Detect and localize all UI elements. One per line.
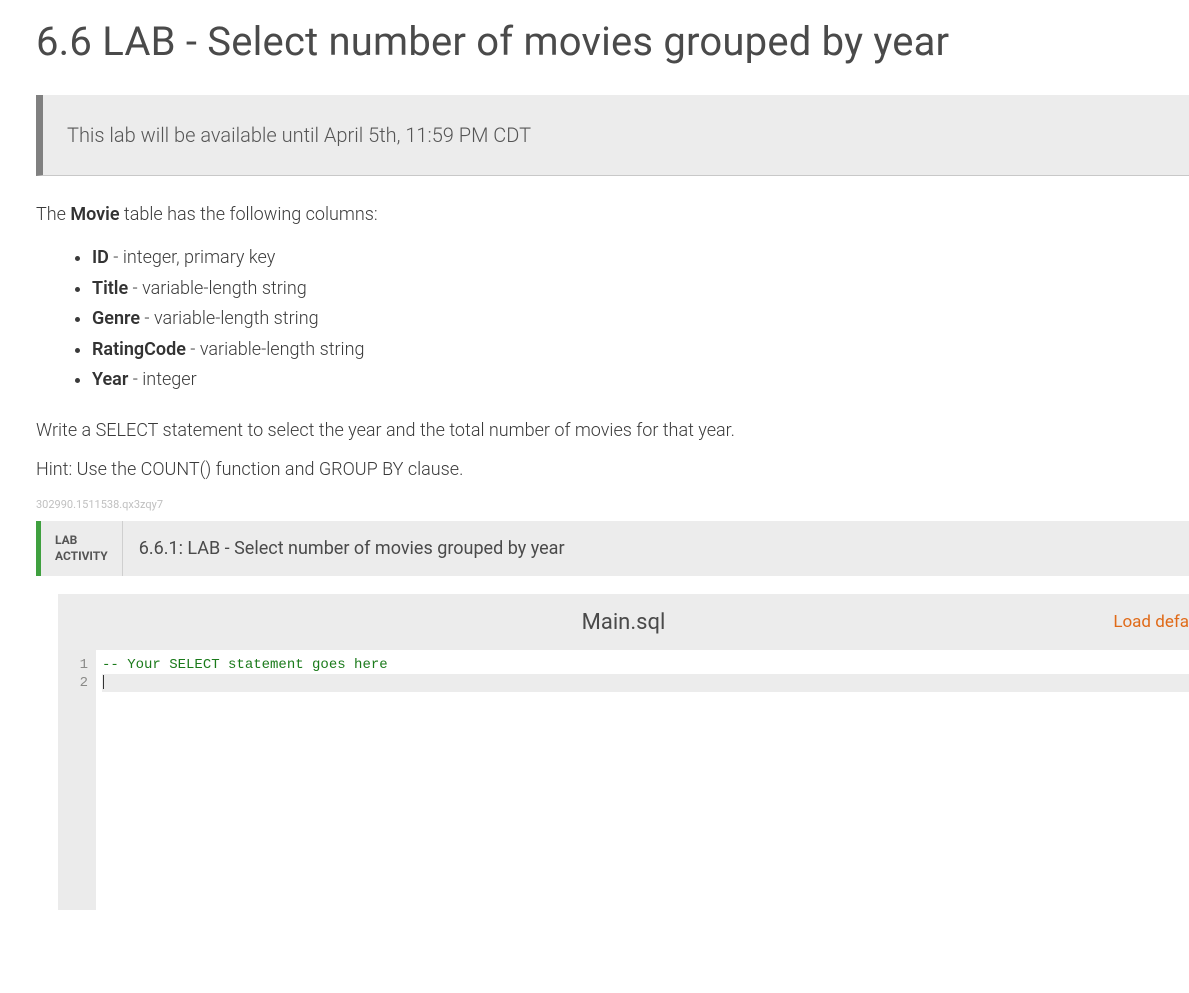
task-text: Write a SELECT statement to select the y…	[36, 420, 1189, 441]
list-item: ID - integer, primary key	[92, 243, 1189, 274]
line-number: 1	[58, 656, 88, 674]
col-desc: - integer, primary key	[109, 247, 275, 268]
line-number: 2	[58, 674, 88, 692]
code-line[interactable]: -- Your SELECT statement goes here	[102, 656, 1189, 674]
code-editor[interactable]: 1 2 -- Your SELECT statement goes here	[58, 650, 1189, 910]
col-name: Genre	[92, 308, 140, 329]
list-item: Year - integer	[92, 365, 1189, 396]
activity-label-line2: ACTIVITY	[55, 549, 108, 563]
columns-list: ID - integer, primary key Title - variab…	[36, 243, 1189, 396]
line-gutter: 1 2	[58, 650, 96, 910]
activity-label: LAB ACTIVITY	[41, 521, 123, 576]
col-name: RatingCode	[92, 339, 186, 360]
list-item: RatingCode - variable-length string	[92, 335, 1189, 366]
editor-tabbar: Main.sql Load defa	[58, 594, 1189, 650]
code-comment: -- Your SELECT statement goes here	[102, 657, 388, 673]
list-item: Title - variable-length string	[92, 274, 1189, 305]
intro-text: The Movie table has the following column…	[36, 204, 1189, 225]
cursor-icon	[103, 675, 104, 689]
col-name: ID	[92, 247, 109, 268]
editor-filename: Main.sql	[582, 610, 666, 635]
activity-label-line1: LAB	[55, 533, 77, 547]
col-desc: - variable-length string	[128, 278, 307, 299]
hint-text: Hint: Use the COUNT() function and GROUP…	[36, 459, 1189, 480]
col-desc: - integer	[128, 369, 196, 390]
col-name: Title	[92, 278, 128, 299]
editor: Main.sql Load defa 1 2 -- Your SELECT st…	[58, 594, 1189, 910]
activity-id: 302990.1511538.qx3zqy7	[36, 498, 1189, 511]
load-default-link[interactable]: Load defa	[1113, 612, 1189, 632]
code-lines[interactable]: -- Your SELECT statement goes here	[96, 650, 1189, 910]
list-item: Genre - variable-length string	[92, 304, 1189, 335]
page-title: 6.6 LAB - Select number of movies groupe…	[36, 18, 1189, 65]
code-line[interactable]	[102, 674, 1189, 692]
intro-table-name: Movie	[70, 204, 119, 225]
availability-notice: This lab will be available until April 5…	[36, 95, 1189, 176]
col-desc: - variable-length string	[186, 339, 365, 360]
activity-title: 6.6.1: LAB - Select number of movies gro…	[123, 521, 581, 576]
intro-suffix: table has the following columns:	[120, 204, 378, 225]
col-name: Year	[92, 369, 128, 390]
activity-header: LAB ACTIVITY 6.6.1: LAB - Select number …	[36, 521, 1189, 576]
availability-text: This lab will be available until April 5…	[67, 123, 1165, 147]
col-desc: - variable-length string	[140, 308, 319, 329]
intro-prefix: The	[36, 204, 70, 225]
